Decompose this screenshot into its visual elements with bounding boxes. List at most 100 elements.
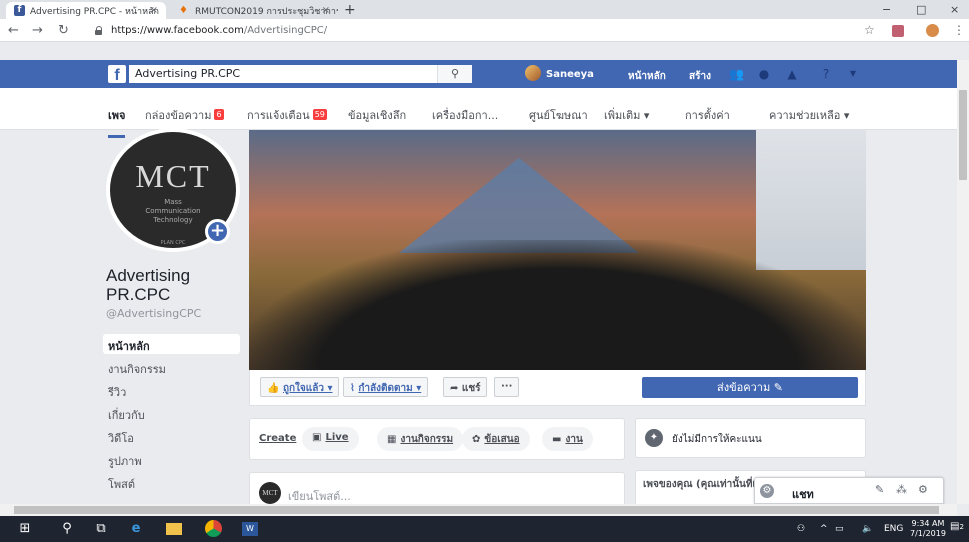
sidebar-item-about[interactable]: เกี่ยวกับ bbox=[103, 403, 240, 423]
task-view-icon[interactable]: ⧉ bbox=[94, 520, 108, 538]
send-message-button[interactable]: ส่งข้อความ ✎ bbox=[642, 377, 858, 398]
create-link[interactable]: Create bbox=[259, 433, 296, 444]
reload-icon[interactable]: ↻ bbox=[58, 23, 69, 38]
offer-tag-icon: ✿ bbox=[472, 434, 481, 445]
tab-tools[interactable]: เครื่องมือกา... bbox=[432, 106, 498, 124]
ratings-box: ✦ ยังไม่มีการให้คะแนน bbox=[635, 418, 866, 458]
chrome-icon[interactable] bbox=[205, 520, 222, 537]
horizontal-scrollbar[interactable] bbox=[0, 504, 957, 516]
notifications-icon[interactable]: ▲ bbox=[785, 67, 799, 81]
nav-create[interactable]: สร้าง bbox=[689, 69, 711, 84]
forward-icon[interactable]: → bbox=[32, 23, 43, 38]
live-button[interactable]: ▣ Live bbox=[302, 427, 359, 451]
gear-icon[interactable]: ⚙ bbox=[918, 483, 928, 496]
job-button[interactable]: ▬ งาน bbox=[542, 427, 593, 451]
browser-tab[interactable]: ♦ RMUTCON2019 การประชุมวิชาการ × bbox=[171, 2, 338, 19]
facebook-header: f Advertising PR.CPC ⚲ Saneeya หน้าหลัก … bbox=[0, 60, 969, 88]
user-name: Saneeya bbox=[546, 68, 594, 80]
nav-home[interactable]: หน้าหลัก bbox=[628, 69, 666, 84]
back-icon[interactable]: ← bbox=[8, 23, 19, 38]
tray-chevron-icon[interactable]: ^ bbox=[820, 524, 828, 534]
clock[interactable]: 9:34 AM 7/1/2019 bbox=[910, 519, 946, 539]
composer-placeholder: เขียนโพสต์... bbox=[288, 490, 351, 503]
page-title: Advertising PR.CPC bbox=[106, 266, 191, 304]
menu-kebab-icon[interactable]: ⋮ bbox=[953, 23, 965, 37]
chat-settings-icon[interactable]: ⚙ bbox=[760, 484, 774, 498]
job-label: งาน bbox=[565, 434, 583, 445]
tab-insights[interactable]: ข้อมูลเชิงลึก bbox=[348, 106, 406, 124]
cover-photo[interactable] bbox=[249, 130, 866, 370]
vertical-scrollbar[interactable] bbox=[957, 60, 969, 504]
sidebar-item-events[interactable]: งานกิจกรรม bbox=[103, 357, 240, 377]
tab-ad-center[interactable]: ศูนย์โฆษณา bbox=[529, 106, 588, 124]
url-path: /AdvertisingCPC/ bbox=[243, 25, 328, 36]
briefcase-icon: ▬ bbox=[552, 434, 562, 445]
tab-notifications[interactable]: การแจ้งเตือน 59 bbox=[247, 106, 327, 124]
help-icon[interactable]: ? bbox=[819, 67, 833, 81]
sidebar-item-reviews[interactable]: รีวิว bbox=[103, 380, 240, 400]
close-tab-icon[interactable]: × bbox=[150, 5, 158, 16]
browser-tab-strip: f Advertising PR.CPC - หน้าหลัก × ♦ RMUT… bbox=[0, 0, 969, 19]
tab-page[interactable]: เพจ bbox=[108, 106, 126, 138]
word-icon[interactable]: W bbox=[242, 522, 258, 536]
people-icon[interactable]: ⚇ bbox=[797, 524, 805, 534]
chat-bar[interactable]: ⚙ แชท ✎ ⁂ ⚙ bbox=[754, 477, 944, 504]
ratings-text: ยังไม่มีการให้คะแนน bbox=[672, 434, 762, 445]
like-button[interactable]: 👍 ถูกใจแล้ว ▾ bbox=[260, 377, 340, 397]
tab-settings[interactable]: การตั้งค่า bbox=[685, 106, 730, 124]
tab-inbox[interactable]: กล่องข้อความ 6 bbox=[145, 106, 224, 124]
dropdown-icon[interactable]: ▼ bbox=[846, 67, 860, 81]
scrollbar-thumb[interactable] bbox=[14, 506, 939, 514]
live-label: Live bbox=[325, 432, 349, 443]
notifications-badge: 59 bbox=[312, 109, 327, 120]
sidebar-item-photos[interactable]: รูปภาพ bbox=[103, 449, 240, 469]
search-icon[interactable]: ⚲ bbox=[437, 65, 472, 83]
edge-browser-icon[interactable]: e bbox=[128, 520, 144, 538]
more-options-button[interactable]: ··· bbox=[494, 377, 520, 397]
tab-label: การแจ้งเตือน bbox=[247, 109, 310, 122]
lock-icon bbox=[95, 26, 103, 35]
messenger-icon[interactable]: ● bbox=[757, 67, 771, 81]
maximize-button[interactable]: □ bbox=[916, 3, 926, 16]
offer-button[interactable]: ✿ ข้อเสนอ bbox=[462, 427, 530, 451]
sidebar-item-videos[interactable]: วิดีโอ bbox=[103, 426, 240, 446]
tab-more[interactable]: เพิ่มเติม ▾ bbox=[604, 106, 649, 124]
extension-icon[interactable] bbox=[892, 25, 904, 37]
profile-link[interactable]: Saneeya bbox=[525, 65, 594, 81]
tab-help[interactable]: ความช่วยเหลือ ▾ bbox=[769, 106, 849, 124]
avatar bbox=[525, 65, 541, 81]
windows-start-icon[interactable]: ⊞ bbox=[18, 520, 32, 538]
bookmark-star-icon[interactable]: ☆ bbox=[864, 23, 875, 37]
file-explorer-icon[interactable] bbox=[166, 523, 182, 535]
sidebar-item-home[interactable]: หน้าหลัก bbox=[103, 334, 240, 354]
new-tab-button[interactable]: + bbox=[344, 2, 356, 18]
cover-mural-mountain bbox=[399, 158, 639, 253]
scrollbar-thumb[interactable] bbox=[959, 90, 967, 180]
profile-avatar-icon[interactable] bbox=[926, 24, 939, 37]
close-tab-icon[interactable]: × bbox=[322, 5, 330, 16]
facebook-logo-icon[interactable]: f bbox=[108, 65, 126, 84]
page-handle[interactable]: @AdvertisingCPC bbox=[106, 307, 201, 320]
add-photo-button[interactable]: + bbox=[205, 219, 230, 244]
flame-favicon-icon: ♦ bbox=[179, 5, 188, 16]
network-icon[interactable]: ▭ bbox=[835, 524, 844, 534]
tab-label: กล่องข้อความ bbox=[145, 109, 212, 122]
search-icon[interactable]: ⚲ bbox=[60, 520, 74, 538]
event-label: งานกิจกรรม bbox=[400, 434, 454, 445]
like-label: ถูกใจแล้ว ▾ bbox=[282, 383, 333, 394]
volume-icon[interactable]: 🔈 bbox=[862, 524, 873, 534]
sidebar-item-posts[interactable]: โพสต์ bbox=[103, 472, 240, 492]
event-button[interactable]: ▦ งานกิจกรรม bbox=[377, 427, 464, 451]
language-indicator[interactable]: ENG bbox=[884, 524, 903, 534]
compose-icon[interactable]: ✎ bbox=[875, 483, 884, 496]
group-chat-icon[interactable]: ⁂ bbox=[896, 483, 907, 496]
address-bar[interactable]: https://www.facebook.com/AdvertisingCPC/ bbox=[95, 22, 855, 39]
action-center-icon[interactable]: ▤2 bbox=[950, 521, 964, 532]
browser-tab-active[interactable]: f Advertising PR.CPC - หน้าหลัก × bbox=[6, 2, 166, 19]
follow-button[interactable]: ⌇ กำลังติดตาม ▾ bbox=[343, 377, 429, 397]
close-window-button[interactable]: × bbox=[950, 3, 959, 16]
minimize-button[interactable]: − bbox=[882, 3, 891, 16]
search-input[interactable]: Advertising PR.CPC bbox=[129, 65, 472, 83]
friends-icon[interactable]: 👥 bbox=[729, 67, 744, 81]
share-button[interactable]: ➦ แชร์ bbox=[443, 377, 488, 397]
